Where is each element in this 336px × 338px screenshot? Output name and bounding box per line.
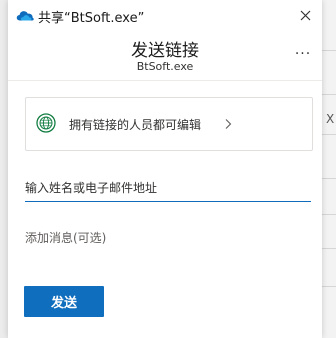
window-title: 共享“BtSoft.exe” [38,11,145,26]
share-dialog: 共享“BtSoft.exe” 发送链接 BtSoft.exe ... 拥有链接的… [8,0,322,338]
chevron-right-icon [225,119,232,129]
background-divider [322,286,336,287]
title-bar: 共享“BtSoft.exe” [8,0,322,32]
close-button[interactable] [294,4,316,26]
header-divider [8,80,322,81]
background-divider [322,94,336,95]
recipient-input[interactable] [25,174,311,202]
background-glyph: X [326,112,335,126]
onedrive-cloud-icon [16,11,34,21]
background-divider [322,134,336,135]
dialog-header: 发送链接 BtSoft.exe ... [8,32,322,80]
send-button[interactable]: 发送 [24,286,104,317]
link-permission-setting[interactable]: 拥有链接的人员都可编辑 [25,97,313,151]
close-icon [300,10,310,20]
background-divider [322,248,336,249]
background-divider [322,50,336,51]
file-name: BtSoft.exe [136,60,194,73]
permission-label: 拥有链接的人员都可编辑 [69,118,202,132]
background-divider [322,214,336,215]
globe-icon [36,113,56,133]
dialog-title: 发送链接 [131,41,199,61]
message-input[interactable] [25,224,311,252]
more-options-button[interactable]: ... [292,42,314,62]
background-divider [322,178,336,179]
